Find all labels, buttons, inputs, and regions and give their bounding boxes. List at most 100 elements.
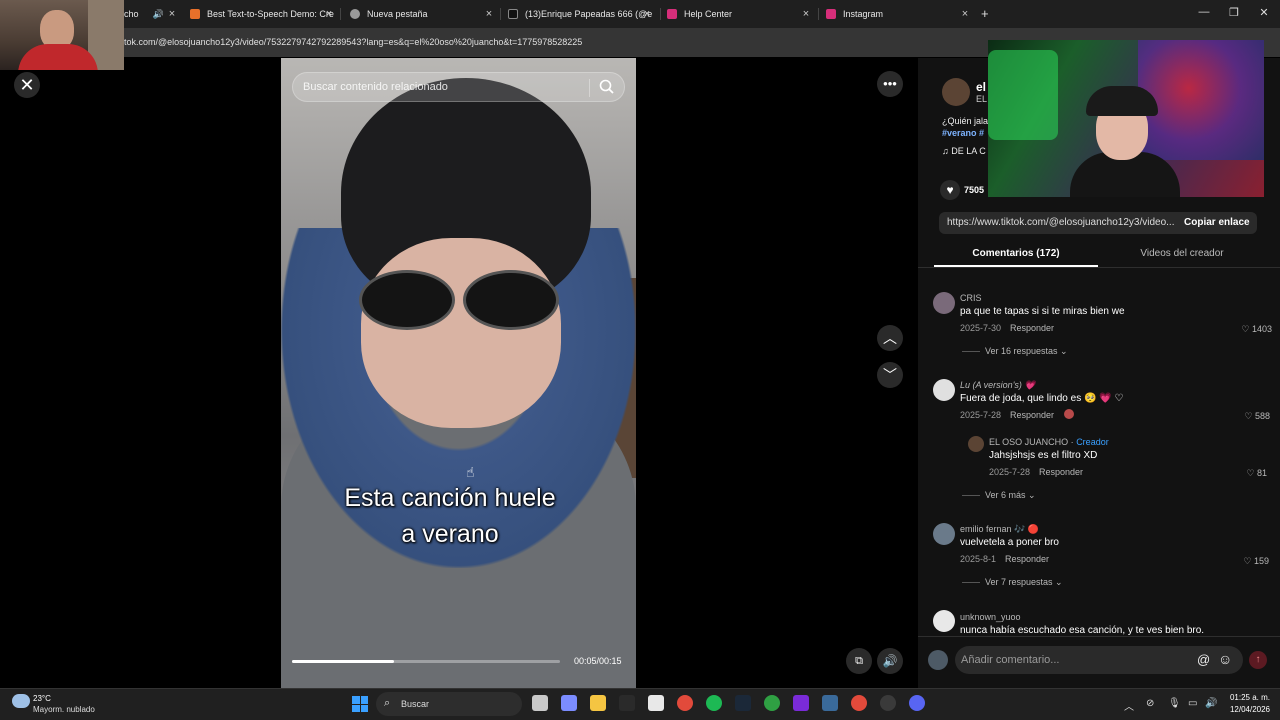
comment-avatar[interactable]: [933, 610, 955, 632]
comment-like-count[interactable]: ♡ 1403: [1212, 324, 1272, 335]
comment-date: 2025-8-1: [960, 554, 997, 564]
taskbar-search-label: Buscar: [401, 699, 430, 709]
comment-avatar[interactable]: [933, 523, 955, 545]
video-player[interactable]: [281, 58, 636, 688]
new-tab-button[interactable]: +: [981, 6, 989, 21]
like-count: 7505: [964, 185, 985, 195]
clock-date[interactable]: 12/04/2026: [1222, 705, 1270, 714]
reply-button[interactable]: Responder: [1010, 323, 1054, 333]
display-icon[interactable]: ▭: [1188, 698, 1197, 709]
chrome-icon[interactable]: [677, 695, 693, 711]
comment-avatar[interactable]: [933, 379, 955, 401]
close-tab-icon[interactable]: ×: [166, 8, 178, 20]
more-options-icon[interactable]: •••: [877, 71, 903, 97]
close-window-icon[interactable]: ✕: [1254, 6, 1274, 19]
copilot-icon[interactable]: [561, 695, 577, 711]
close-video-button[interactable]: ✕: [14, 72, 40, 98]
comment-username[interactable]: emilio fernan 🎶 🔴: [960, 524, 1039, 535]
current-user-avatar: [928, 650, 948, 670]
video-time: 00:05/00:15: [574, 656, 622, 666]
chrome-active-icon[interactable]: [851, 695, 867, 711]
view-replies-button[interactable]: Ver 16 respuestas ⌄: [985, 346, 1068, 357]
minimize-icon[interactable]: —: [1194, 6, 1214, 18]
tab-tts-demo[interactable]: Best Text-to-Speech Demo: Cre ×: [190, 0, 335, 28]
weather-description[interactable]: Mayorm. nublado: [33, 705, 95, 714]
cloud-icon[interactable]: [12, 694, 30, 708]
windows-start-icon[interactable]: [352, 696, 368, 712]
video-hashtags[interactable]: #verano #: [942, 128, 984, 138]
file-explorer-icon[interactable]: [590, 695, 606, 711]
search-icon[interactable]: [598, 78, 616, 96]
steam-icon[interactable]: [735, 695, 751, 711]
tab-help-center[interactable]: Help Center ×: [667, 0, 812, 28]
view-more-label: Ver 6 más: [985, 490, 1026, 500]
comment-avatar[interactable]: [933, 292, 955, 314]
view-replies-button[interactable]: Ver 7 respuestas ⌄: [985, 577, 1063, 588]
volume-icon[interactable]: 🔊: [877, 648, 903, 674]
xbox-icon[interactable]: [764, 695, 780, 711]
copy-link-button[interactable]: Copiar enlace: [1184, 217, 1250, 228]
floating-player-icon[interactable]: ⧉: [846, 648, 872, 674]
author-avatar[interactable]: [942, 78, 970, 106]
tray-chevron-icon[interactable]: ︿: [1124, 698, 1134, 713]
taskbar-search[interactable]: [376, 692, 522, 716]
store-icon[interactable]: [648, 695, 664, 711]
obs-icon[interactable]: [880, 695, 896, 711]
comment-like-count[interactable]: ♡ 588: [1210, 411, 1270, 422]
restore-icon[interactable]: ❐: [1224, 6, 1244, 19]
discord-icon[interactable]: [909, 695, 925, 711]
comment-username[interactable]: unknown_yuoo: [960, 612, 1021, 622]
favicon-icon: [190, 9, 200, 19]
close-tab-icon[interactable]: ×: [800, 8, 812, 20]
close-tab-icon[interactable]: ×: [483, 8, 495, 20]
view-replies-label: Ver 16 respuestas: [985, 346, 1058, 356]
reply-username[interactable]: EL OSO JUANCHO · Creador: [989, 437, 1109, 447]
view-more-button[interactable]: Ver 6 más ⌄: [985, 490, 1036, 501]
tab-audio[interactable]: cho 🔊 ×: [124, 0, 178, 28]
tab-creator-videos[interactable]: Videos del creador: [1100, 248, 1264, 259]
music-link[interactable]: ♫ DE LA C: [942, 146, 986, 156]
close-tab-icon[interactable]: ×: [959, 8, 971, 20]
reply-button[interactable]: Responder: [1010, 410, 1054, 420]
url-field[interactable]: tok.com/@elosojuancho12y3/video/75322797…: [124, 37, 582, 47]
tab-instagram[interactable]: Instagram ×: [826, 0, 971, 28]
close-tab-icon[interactable]: ×: [323, 8, 335, 20]
video-progress-bar[interactable]: [292, 660, 560, 663]
steam-alt-icon[interactable]: [822, 695, 838, 711]
microphone-icon[interactable]: 🎙: [1168, 698, 1181, 709]
clock-time[interactable]: 01:25 a. m.: [1222, 693, 1270, 702]
tab-tiktok[interactable]: (13)Enrique Papeadas 666 (@e ×: [508, 0, 653, 28]
comment-likes: 1403: [1251, 324, 1272, 334]
comment-username[interactable]: CRIS: [960, 293, 982, 303]
send-comment-button[interactable]: ↑: [1249, 651, 1267, 669]
volume-tray-icon[interactable]: 🔊: [1205, 698, 1217, 709]
caption-line-1: Esta canción huele: [344, 484, 556, 512]
tab-comments[interactable]: Comentarios (172): [934, 248, 1098, 259]
spotify-icon[interactable]: [706, 695, 722, 711]
weather-temperature[interactable]: 23°C: [33, 694, 51, 703]
reply-button[interactable]: Responder: [1039, 467, 1083, 477]
comment-like-count[interactable]: ♡ 81: [1207, 468, 1267, 479]
close-tab-icon[interactable]: ×: [641, 8, 653, 20]
reply-button[interactable]: Responder: [1005, 554, 1049, 564]
next-app-icon[interactable]: [793, 695, 809, 711]
reply-date: 2025-7-28: [989, 467, 1031, 477]
epic-games-icon[interactable]: [619, 695, 635, 711]
heart-icon[interactable]: ♥: [940, 180, 960, 200]
tab-separator: [340, 8, 341, 20]
author-name[interactable]: el: [976, 80, 986, 94]
speaker-icon[interactable]: 🔊: [153, 9, 164, 20]
tray-network-icon[interactable]: ⊘: [1146, 698, 1154, 709]
mention-icon[interactable]: @: [1197, 652, 1210, 667]
task-view-icon[interactable]: [532, 695, 548, 711]
emoji-icon[interactable]: ☺: [1218, 651, 1232, 667]
reply-avatar[interactable]: [968, 436, 984, 452]
comment-text: nunca había escuchado esa canción, y te …: [960, 625, 1205, 636]
chevron-up-icon[interactable]: ︿: [877, 325, 903, 351]
chevron-down-icon[interactable]: ﹀: [877, 362, 903, 388]
tab-new-tab[interactable]: Nueva pestaña ×: [350, 0, 495, 28]
related-content-search[interactable]: Buscar contenido relacionado: [292, 72, 625, 102]
comment-username[interactable]: Lu (A version's) 💗: [960, 380, 1036, 391]
share-link[interactable]: https://www.tiktok.com/@elosojuancho12y3…: [947, 217, 1175, 228]
comment-like-count[interactable]: ♡ 159: [1209, 556, 1269, 567]
